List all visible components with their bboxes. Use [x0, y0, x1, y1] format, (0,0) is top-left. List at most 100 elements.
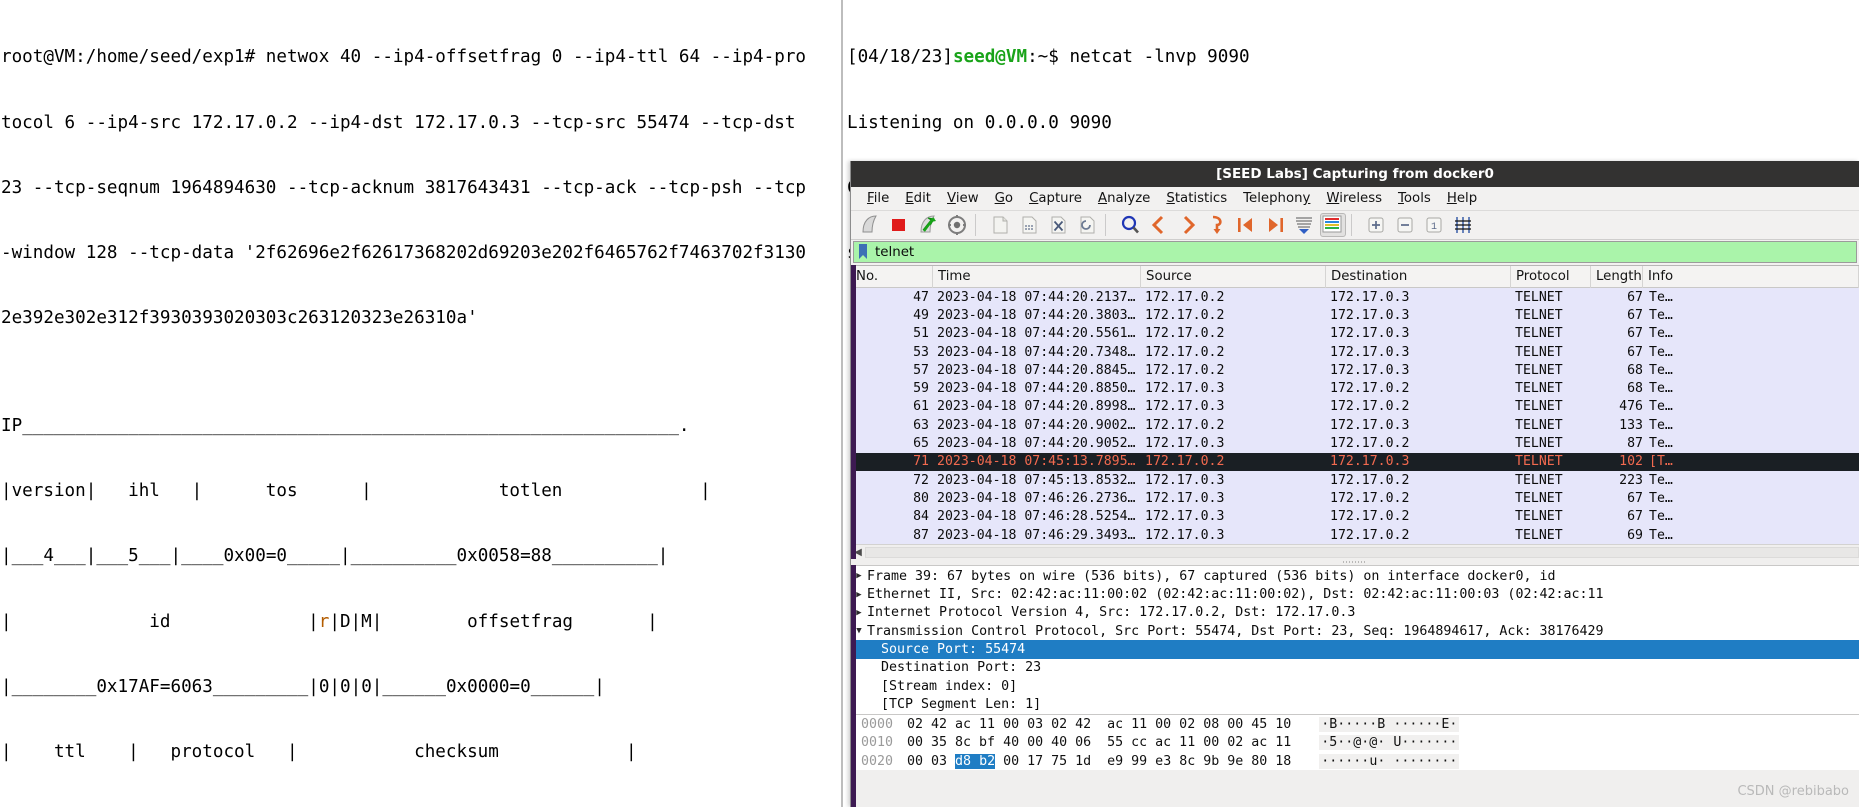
menu-bar[interactable]: FFileile Edit View Go Capture Analyze St…: [851, 187, 1859, 211]
packet-cell-no: 84: [913, 509, 929, 525]
start-capture-icon[interactable]: [857, 213, 883, 237]
scroll-trough[interactable]: [865, 546, 1859, 558]
netcat-command-line: [04/18/23]seed@VM:~$ netcat -lnvp 9090: [847, 47, 1859, 69]
go-to-first-packet-icon[interactable]: [1233, 213, 1259, 237]
restart-capture-icon[interactable]: [915, 213, 941, 237]
packet-row[interactable]: 87 2023-04-18 07:46:29.3493… 172.17.0.3 172…: [851, 525, 1859, 545]
column-header-time[interactable]: Time: [933, 265, 1141, 288]
packet-cell-dst: 172.17.0.3: [1330, 454, 1410, 470]
menu-item-capture[interactable]: Capture: [1021, 189, 1090, 208]
packet-cell-time: 2023-04-18 07:46:28.5254…: [937, 509, 1136, 525]
go-to-packet-icon[interactable]: [1204, 213, 1230, 237]
packet-row[interactable]: 61 2023-04-18 07:44:20.8998… 172.17.0.3 172…: [851, 397, 1859, 417]
packet-cell-src: 172.17.0.3: [1145, 527, 1225, 543]
packet-row[interactable]: 51 2023-04-18 07:44:20.5561… 172.17.0.2 172…: [851, 324, 1859, 343]
menu-item-tools[interactable]: Tools: [1390, 189, 1439, 208]
packet-bytes-pane[interactable]: 0000 02 42 ac 11 00 03 02 42 ac 11 00 02 …: [851, 713, 1859, 771]
byte-row[interactable]: 0010 00 35 8c bf 40 00 40 06 55 cc ac 11 …: [851, 734, 1859, 752]
menu-item-help[interactable]: Help: [1439, 189, 1485, 208]
packet-cell-len: 133: [1619, 417, 1643, 433]
toolbar-separator: [975, 214, 982, 236]
packet-cell-dst: 172.17.0.2: [1330, 436, 1410, 452]
packet-row[interactable]: 65 2023-04-18 07:44:20.9052… 172.17.0.3 172…: [851, 434, 1859, 453]
column-header-no[interactable]: No.: [851, 265, 933, 288]
main-toolbar[interactable]: 1: [851, 211, 1859, 240]
column-header-protocol[interactable]: Protocol: [1511, 265, 1591, 288]
terminal-divider: [841, 0, 843, 807]
zoom-reset-icon[interactable]: 1: [1421, 213, 1447, 237]
detail-protocol-row[interactable]: ▶ Frame 39: 67 bytes on wire (536 bits), …: [851, 567, 1859, 585]
packet-row[interactable]: 49 2023-04-18 07:44:20.3803… 172.17.0.2 172…: [851, 306, 1859, 325]
packet-cell-len: 68: [1627, 381, 1643, 397]
zoom-out-icon[interactable]: [1392, 213, 1418, 237]
packet-cell-info: Te…: [1649, 436, 1673, 452]
capture-options-icon[interactable]: [944, 213, 970, 237]
display-filter-bar[interactable]: telnet: [851, 240, 1859, 265]
column-header-source[interactable]: Source: [1141, 265, 1326, 288]
detail-row-text: Transmission Control Protocol, Src Port:…: [867, 623, 1604, 639]
colorize-icon[interactable]: [1320, 213, 1346, 237]
go-to-last-packet-icon[interactable]: [1262, 213, 1288, 237]
netcat-command: netcat -lnvp 9090: [1069, 47, 1250, 68]
byte-row[interactable]: 0020 00 03 d8 b2 00 17 75 1d e9 99 e3 8c …: [851, 752, 1859, 770]
detail-field-row[interactable]: [Stream index: 0]: [851, 677, 1859, 695]
detail-field-row[interactable]: Destination Port: 23: [851, 659, 1859, 677]
reload-file-icon[interactable]: [1074, 213, 1100, 237]
packet-row[interactable]: 80 2023-04-18 07:46:26.2736… 172.17.0.3 172…: [851, 489, 1859, 508]
column-header-length[interactable]: Length: [1591, 265, 1643, 288]
packet-cell-info: Te…: [1649, 509, 1673, 525]
packet-list-hscrollbar[interactable]: ◀: [851, 544, 1859, 560]
go-forward-icon[interactable]: [1175, 213, 1201, 237]
menu-item-go[interactable]: Go: [987, 189, 1021, 208]
packet-list-header[interactable]: No. Time Source Destination Protocol Len…: [851, 265, 1859, 288]
packet-row[interactable]: 47 2023-04-18 07:44:20.2137… 172.17.0.2 172…: [851, 288, 1859, 307]
column-header-info[interactable]: Info: [1643, 265, 1859, 288]
menu-item-wireless[interactable]: Wireless: [1318, 189, 1390, 208]
packet-cell-info: Te…: [1649, 472, 1673, 488]
packet-row[interactable]: 57 2023-04-18 07:44:20.8845… 172.17.0.2 172…: [851, 361, 1859, 380]
packet-row[interactable]: 84 2023-04-18 07:46:28.5254… 172.17.0.3 172…: [851, 507, 1859, 526]
filter-bookmark-icon[interactable]: [856, 243, 870, 261]
detail-field-row[interactable]: Source Port: 55474: [851, 640, 1859, 659]
detail-field-row[interactable]: [TCP Segment Len: 1]: [851, 695, 1859, 713]
resize-columns-icon[interactable]: [1450, 213, 1476, 237]
close-file-icon[interactable]: [1045, 213, 1071, 237]
zoom-in-icon[interactable]: [1363, 213, 1389, 237]
menu-item-edit[interactable]: Edit: [897, 189, 939, 208]
packet-cell-prot: TELNET: [1515, 454, 1563, 470]
pane-splitter-top[interactable]: [851, 559, 1859, 566]
menu-item-analyze[interactable]: Analyze: [1090, 189, 1158, 208]
menu-item-telephony[interactable]: Telephony: [1235, 189, 1318, 208]
byte-ascii: ·5··@·@· U·······: [1319, 735, 1460, 751]
packet-row[interactable]: 72 2023-04-18 07:45:13.8532… 172.17.0.3 172…: [851, 470, 1859, 490]
column-header-destination[interactable]: Destination: [1326, 265, 1511, 288]
packet-cell-info: Te…: [1649, 527, 1673, 543]
detail-protocol-row[interactable]: ▶ Internet Protocol Version 4, Src: 172.1…: [851, 604, 1859, 622]
packet-detail-pane[interactable]: ▶ Frame 39: 67 bytes on wire (536 bits), …: [851, 565, 1859, 714]
packet-row[interactable]: 63 2023-04-18 07:44:20.9002… 172.17.0.2 172…: [851, 416, 1859, 435]
detail-protocol-row[interactable]: ▼ Transmission Control Protocol, Src Port…: [851, 622, 1859, 640]
find-packet-icon[interactable]: [1117, 213, 1143, 237]
packet-row[interactable]: 71 2023-04-18 07:45:13.7895… 172.17.0.2 172…: [851, 452, 1859, 471]
display-filter-input[interactable]: telnet: [853, 241, 1857, 263]
packet-cell-no: 71: [913, 454, 929, 470]
packet-cell-no: 61: [913, 399, 929, 415]
save-file-icon[interactable]: [1016, 213, 1042, 237]
packet-cell-no: 72: [913, 472, 929, 488]
menu-item-file[interactable]: FFileile: [859, 189, 897, 208]
byte-row[interactable]: 0000 02 42 ac 11 00 03 02 42 ac 11 00 02 …: [851, 716, 1859, 734]
go-back-icon[interactable]: [1146, 213, 1172, 237]
open-file-icon[interactable]: [987, 213, 1013, 237]
menu-item-statistics[interactable]: Statistics: [1158, 189, 1235, 208]
packet-list[interactable]: No. Time Source Destination Protocol Len…: [851, 265, 1859, 545]
left-terminal[interactable]: root@VM:/home/seed/exp1# netwox 40 --ip4…: [0, 0, 842, 807]
menu-item-view[interactable]: View: [939, 189, 987, 208]
packet-row[interactable]: 53 2023-04-18 07:44:20.7348… 172.17.0.2 172…: [851, 342, 1859, 362]
detail-protocol-row[interactable]: ▶ Ethernet II, Src: 02:42:ac:11:00:02 (02…: [851, 585, 1859, 603]
right-terminal[interactable]: [04/18/23]seed@VM:~$ netcat -lnvp 9090 L…: [845, 0, 1859, 263]
packet-row[interactable]: 59 2023-04-18 07:44:20.8850… 172.17.0.3 172…: [851, 379, 1859, 398]
stop-capture-icon[interactable]: [886, 213, 912, 237]
wireshark-window[interactable]: [SEED Labs] Capturing from docker0 FFile…: [850, 161, 1859, 807]
auto-scroll-icon[interactable]: [1291, 213, 1317, 237]
packet-cell-prot: TELNET: [1515, 362, 1563, 378]
